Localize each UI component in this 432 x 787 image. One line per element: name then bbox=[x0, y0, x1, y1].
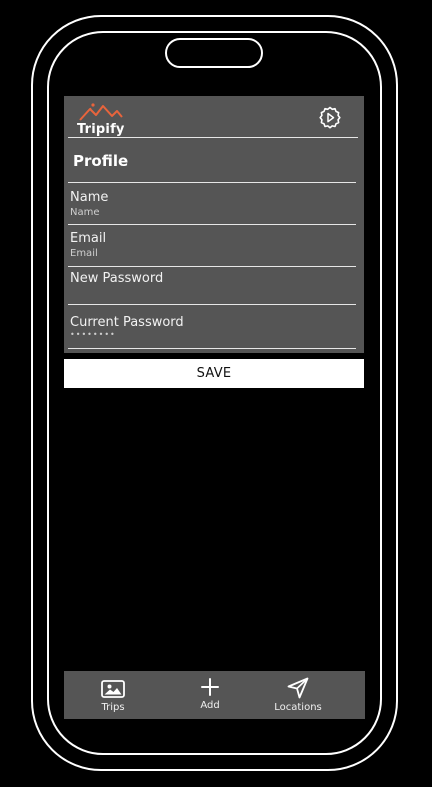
header-divider bbox=[68, 137, 358, 138]
current-password-field-underline bbox=[68, 348, 356, 349]
page-title: Profile bbox=[73, 152, 129, 170]
app-logo[interactable]: Tripify bbox=[75, 101, 135, 137]
email-field-underline bbox=[68, 266, 356, 267]
app-header: Tripify bbox=[64, 96, 364, 137]
plus-icon bbox=[201, 678, 219, 700]
bottom-tab-bar: Trips Add Locations bbox=[64, 671, 365, 719]
mountain-logo-icon bbox=[79, 103, 123, 121]
tab-trips-label: Trips bbox=[101, 702, 125, 713]
name-field-underline bbox=[68, 224, 356, 225]
profile-panel: Tripify Profile Name Name Email Email Ne… bbox=[64, 96, 364, 353]
logo-text: Tripify bbox=[77, 122, 125, 137]
email-field-label: Email bbox=[70, 231, 107, 246]
tab-add-label: Add bbox=[200, 700, 220, 711]
name-field-placeholder: Name bbox=[70, 207, 100, 218]
new-password-field-label: New Password bbox=[70, 271, 164, 286]
tab-trips[interactable]: Trips bbox=[81, 671, 145, 719]
phone-notch bbox=[165, 38, 263, 68]
navigation-arrow-icon bbox=[287, 677, 309, 703]
name-field-label: Name bbox=[70, 190, 109, 205]
email-field-placeholder: Email bbox=[70, 248, 98, 259]
settings-gear-icon[interactable] bbox=[318, 105, 342, 129]
current-password-field-value: •••••••• bbox=[70, 330, 116, 339]
new-password-field-underline bbox=[68, 304, 356, 305]
title-divider bbox=[68, 182, 356, 183]
image-icon bbox=[101, 680, 125, 702]
save-button[interactable]: SAVE bbox=[64, 359, 364, 388]
tab-locations[interactable]: Locations bbox=[266, 671, 330, 719]
current-password-field-label: Current Password bbox=[70, 315, 184, 330]
tab-add[interactable]: Add bbox=[178, 671, 242, 719]
tab-locations-label: Locations bbox=[274, 702, 322, 713]
